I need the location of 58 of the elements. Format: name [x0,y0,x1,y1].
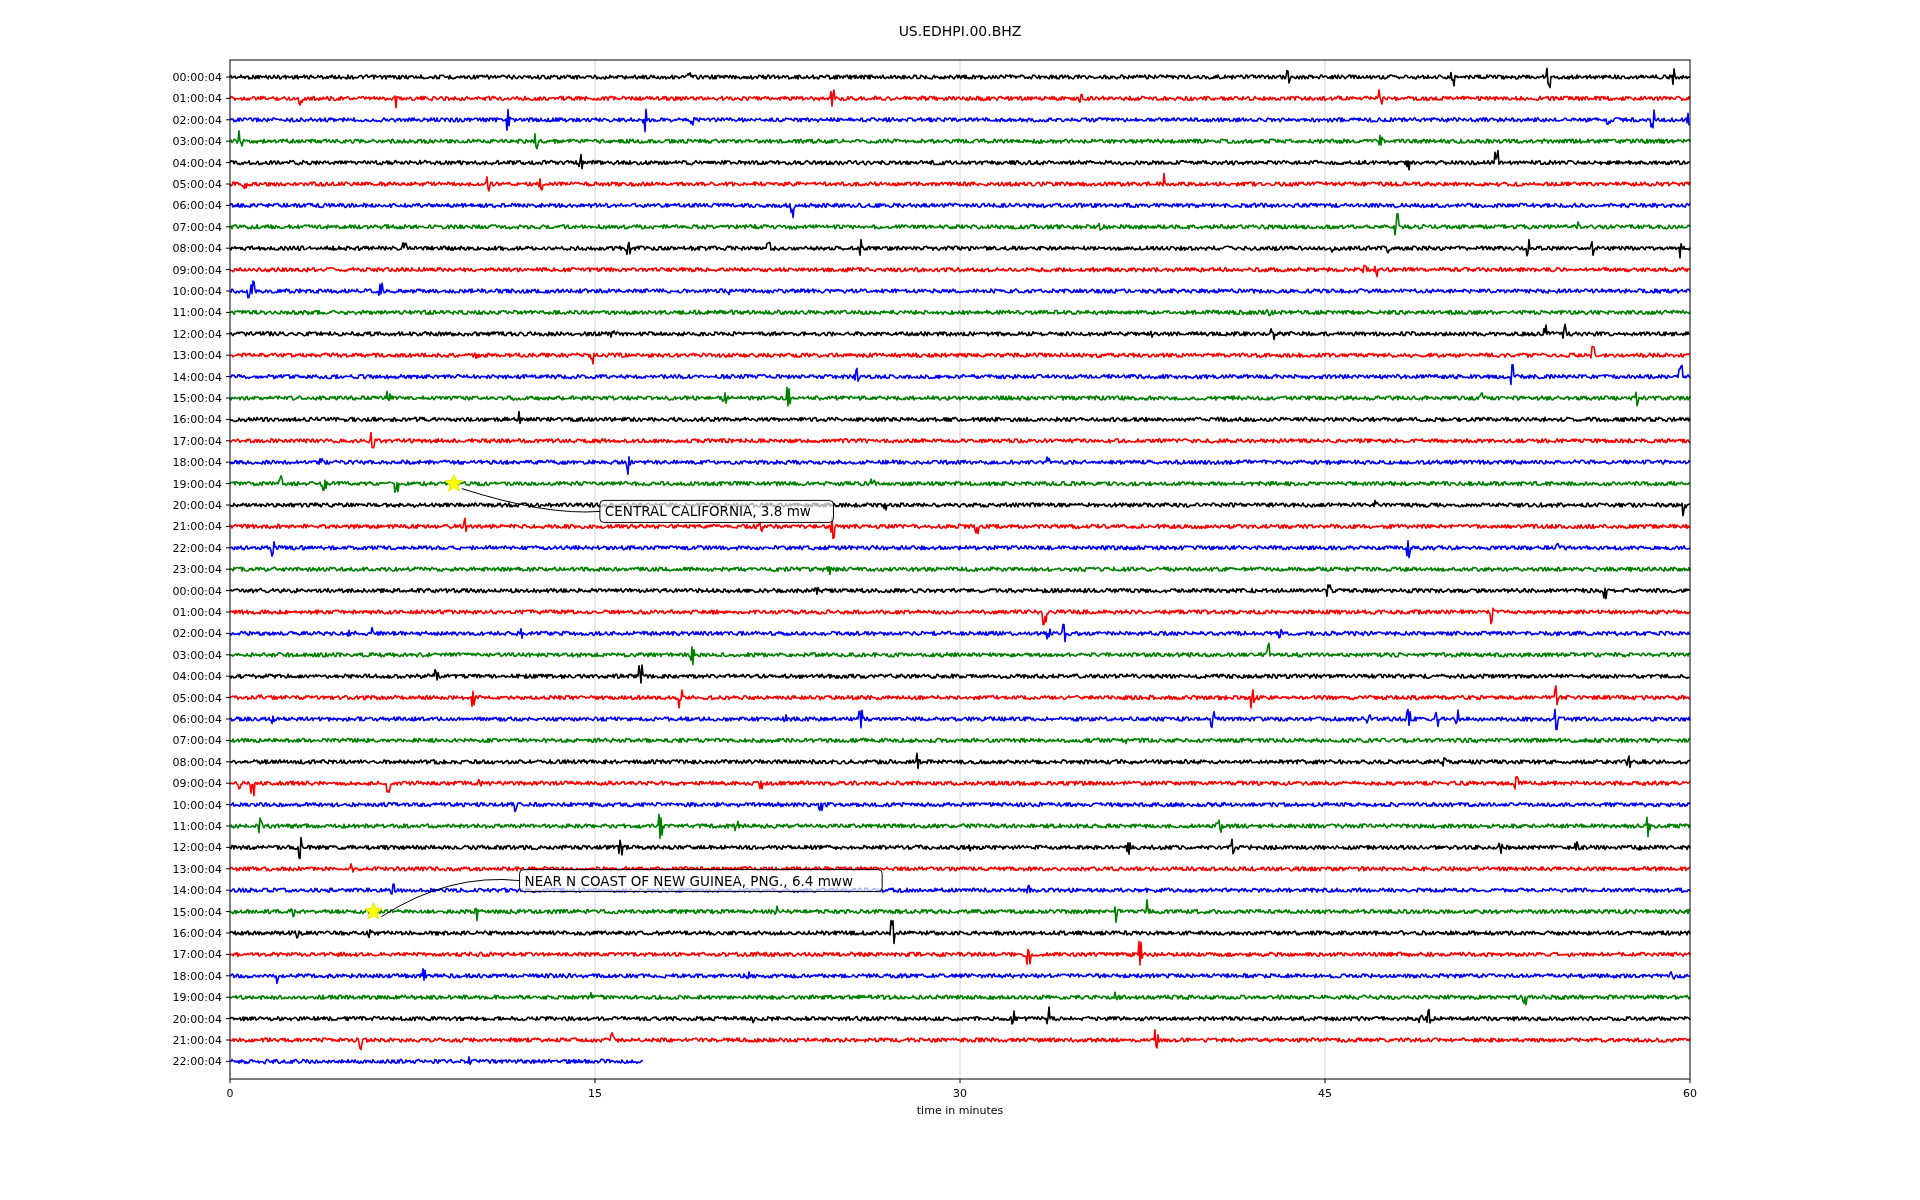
time-label: 17:00:04 [172,948,222,962]
annotation-label: NEAR N COAST OF NEW GUINEA, PNG., 6.4 mww [519,869,883,893]
time-label: 05:00:04 [172,178,222,191]
time-label: 23:00:04 [172,563,222,577]
time-label: 18:00:04 [172,969,222,983]
time-label: 15:00:04 [172,905,222,919]
time-label: 08:00:04 [172,755,222,769]
time-label: 09:00:04 [172,777,222,791]
time-label: 19:00:04 [172,991,222,1005]
time-label: 22:00:04 [172,1055,222,1069]
time-label: 01:00:04 [172,606,222,619]
time-label: 02:00:04 [172,113,222,127]
time-label: 16:00:04 [172,927,222,940]
time-label: 03:00:04 [172,648,222,662]
time-label: 15:00:04 [172,392,222,405]
star-icon [444,474,463,492]
time-label: 08:00:04 [172,242,222,256]
time-label: 10:00:04 [172,285,222,298]
axis-label: time in minutes [916,1104,1004,1117]
time-label: 21:00:04 [172,1034,222,1047]
time-label: 10:00:04 [172,798,222,812]
time-label: 14:00:04 [172,884,222,898]
time-label: 17:00:04 [172,434,222,448]
time-label: 12:00:04 [172,841,222,855]
time-label: 13:00:04 [172,349,222,363]
time-label: 00:00:04 [172,584,222,598]
star-icon [364,902,383,920]
tick-label: 15 [588,1087,602,1100]
time-label: 21:00:04 [172,520,222,534]
time-label: 09:00:04 [172,263,222,277]
time-label: 14:00:04 [172,370,222,384]
time-label: 02:00:04 [172,627,222,641]
tick-label: 0 [226,1087,234,1100]
time-label: 06:00:04 [172,199,222,213]
plot-title: US.EDHPI.00.BHZ [898,23,1022,39]
time-label: 04:00:04 [172,670,222,684]
time-label: 18:00:04 [172,456,222,470]
time-label: 06:00:04 [172,713,222,726]
time-label: 04:00:04 [172,156,222,170]
time-label: 13:00:04 [172,862,222,876]
time-label: 07:00:04 [172,734,222,748]
time-label: 20:00:04 [172,1012,222,1026]
tick-label: 45 [1318,1087,1332,1100]
time-label: 12:00:04 [172,327,222,341]
time-label: 11:00:04 [172,820,222,833]
time-label: 16:00:04 [172,413,222,427]
time-label: 22:00:04 [172,541,222,555]
time-label: 07:00:04 [172,220,222,234]
time-label: 00:00:04 [172,71,222,84]
tick-label: 30 [953,1087,967,1100]
time-label: 01:00:04 [172,92,222,106]
tick-label: 60 [1683,1087,1697,1100]
time-label: 03:00:04 [172,135,222,149]
time-label: 11:00:04 [172,306,222,320]
time-label: 20:00:04 [172,499,222,512]
annotation-label: CENTRAL CALIFORNIA, 3.8 mw [599,499,834,523]
time-label: 05:00:04 [172,691,222,705]
time-label: 19:00:04 [172,477,222,491]
